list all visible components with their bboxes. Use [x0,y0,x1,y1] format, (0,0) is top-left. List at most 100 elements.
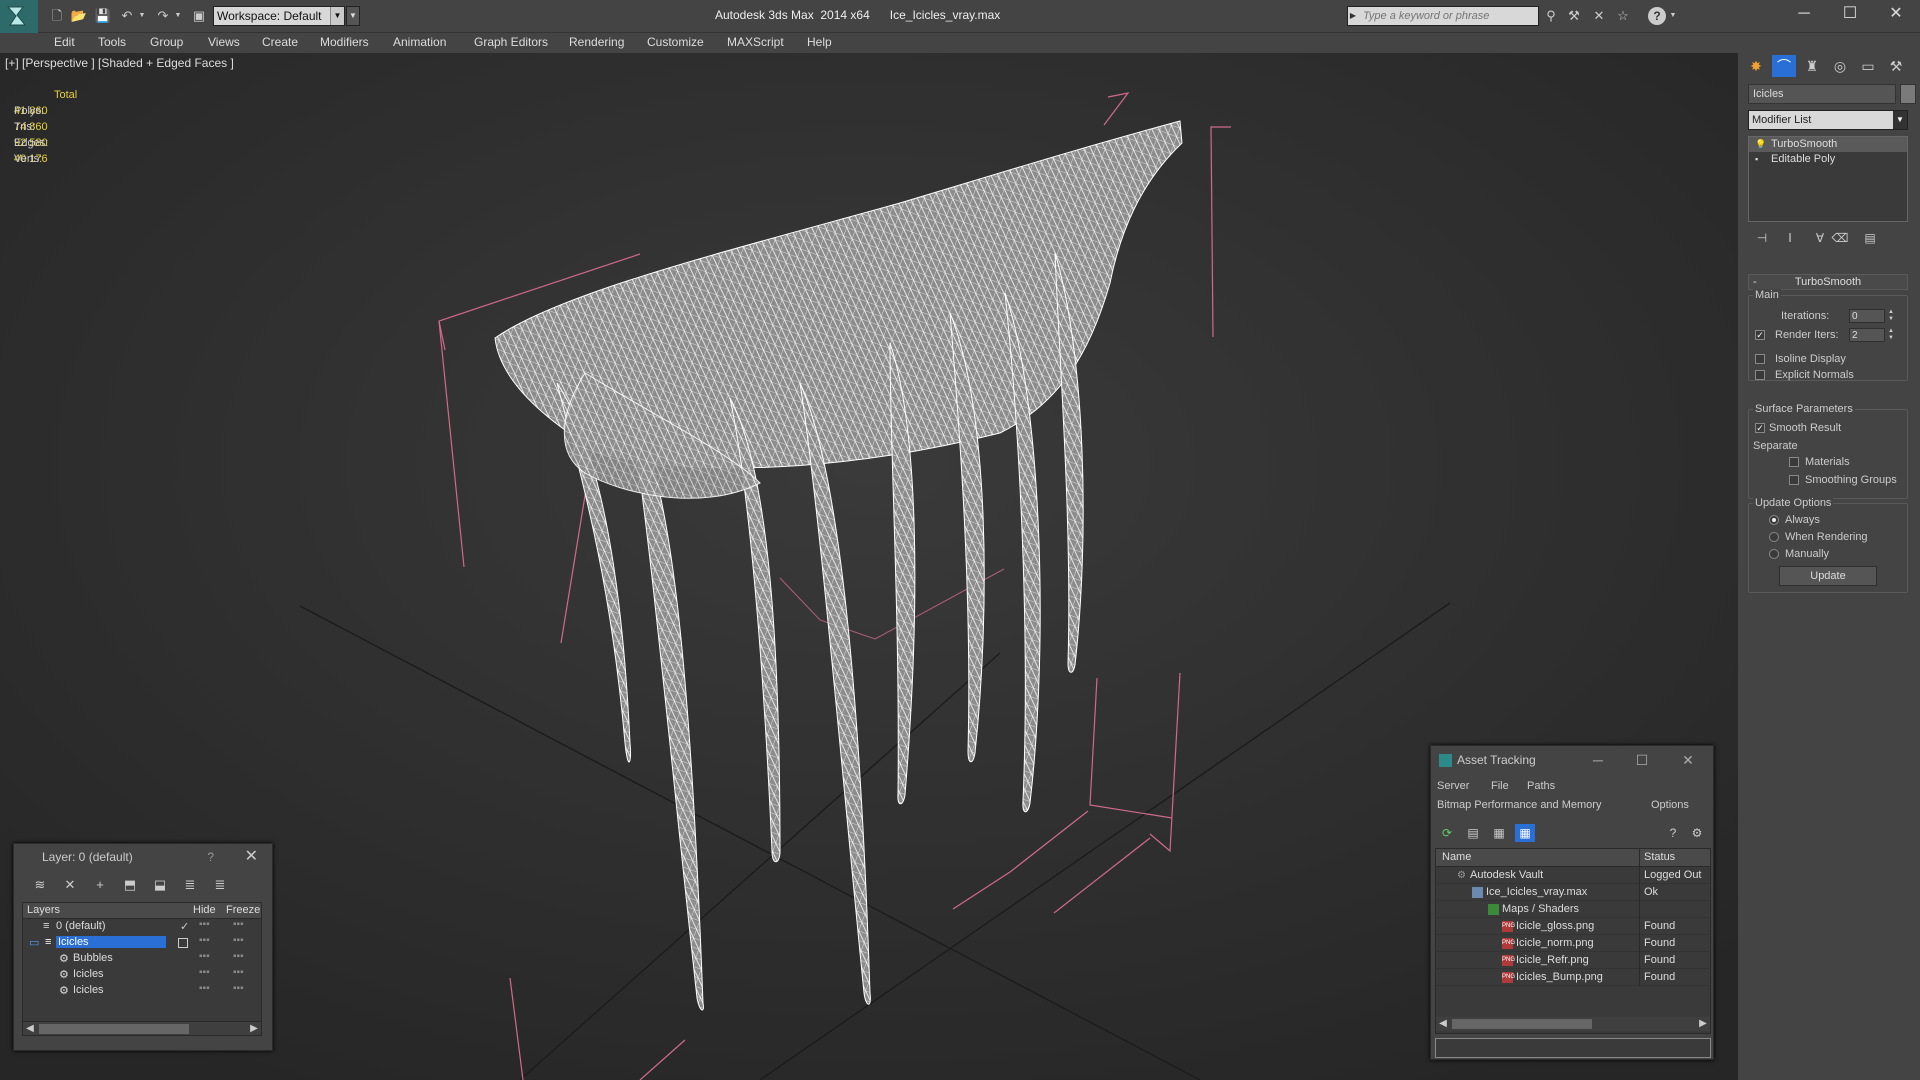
help-icon[interactable]: ? [1648,7,1666,25]
layer-row[interactable]: ▭ ≡ Icicles ▪▪▪ ▪▪▪ [23,935,261,951]
maximize-button[interactable]: ☐ [1627,746,1657,774]
display-tab-icon[interactable]: ▭ [1856,55,1880,77]
always-radio[interactable] [1769,515,1779,525]
hide-all-icon[interactable]: ≣ [210,876,230,894]
grid-view-icon[interactable]: ▦ [1515,824,1535,842]
refresh-icon[interactable]: ⟳ [1437,824,1457,842]
manually-radio[interactable] [1769,549,1779,559]
asset-row[interactable]: PNG Icicle_Refr.png Found [1436,952,1710,969]
spinner-arrows-icon[interactable]: ▲ ▼ [1887,309,1895,323]
table-view-icon[interactable]: ▦ [1489,824,1509,842]
menu-modifiers[interactable]: Modifiers [320,35,369,49]
hide-toggle[interactable]: ▪▪▪ [199,967,210,978]
iterations-spinner[interactable] [1849,309,1885,323]
undo-icon[interactable]: ↶ [118,8,136,24]
scroll-right-icon[interactable]: ▶ [1696,1017,1710,1031]
menu-group[interactable]: Group [150,35,183,49]
search-expand-icon[interactable]: ▶ [1347,6,1359,26]
layer-window-title[interactable]: Layer: 0 (default) [14,844,272,870]
open-file-icon[interactable]: 📂 [70,8,88,24]
menu-help[interactable]: Help [807,35,832,49]
communication-icon[interactable]: ✕ [1590,7,1608,25]
utilities-tab-icon[interactable]: ⚒ [1884,55,1908,77]
asset-row[interactable]: Ice_Icicles_vray.max Ok [1436,884,1710,901]
close-button[interactable]: ✕ [1673,746,1703,774]
horizontal-scrollbar[interactable]: ◀ ▶ [1436,1017,1710,1031]
delete-layer-icon[interactable]: ✕ [60,876,80,894]
scroll-right-icon[interactable]: ▶ [247,1022,261,1036]
list-view-icon[interactable]: ▤ [1463,824,1483,842]
menu-rendering[interactable]: Rendering [569,35,624,49]
layer-row[interactable]: ≡ 0 (default) ✓ ▪▪▪ ▪▪▪ [23,919,261,935]
maximize-button[interactable]: ☐ [1827,0,1873,28]
horizontal-scrollbar[interactable]: ◀ ▶ [23,1021,261,1035]
freeze-toggle[interactable]: ▪▪▪ [233,935,244,946]
show-end-result-icon[interactable]: Ⅰ [1780,229,1800,247]
smooth-result-checkbox[interactable]: ✓ [1755,423,1765,433]
menu-options[interactable]: Options [1651,799,1689,811]
minimize-button[interactable]: ─ [1583,746,1613,774]
search-input[interactable] [1348,7,1538,25]
modify-tab-icon[interactable]: ⌒ [1772,55,1796,77]
object-color-swatch[interactable] [1900,84,1916,104]
menu-server[interactable]: Server [1437,780,1469,792]
create-layer-icon[interactable]: + [90,876,110,894]
column-name[interactable]: Name [1442,851,1471,863]
layer-manager-icon[interactable]: ≋ [30,876,50,894]
freeze-toggle[interactable]: ▪▪▪ [233,983,244,994]
pin-stack-icon[interactable]: ⊣ [1752,229,1772,247]
hide-toggle[interactable]: ▪▪▪ [199,935,210,946]
stack-item-turbosmooth[interactable]: 💡 TurboSmooth [1749,137,1907,152]
highlight-layer-icon[interactable]: ≣ [180,876,200,894]
scroll-left-icon[interactable]: ◀ [1436,1017,1450,1031]
menu-graph-editors[interactable]: Graph Editors [474,35,548,49]
save-icon[interactable]: 💾 [94,8,112,24]
current-layer-box[interactable] [178,938,188,948]
spinner-arrows-icon[interactable]: ▲ ▼ [1887,328,1895,342]
redo-icon[interactable]: ↷ [154,8,172,24]
update-button[interactable]: Update [1779,566,1877,586]
smoothing-groups-checkbox[interactable] [1789,475,1799,485]
freeze-toggle[interactable]: ▪▪▪ [233,951,244,962]
favorites-star-icon[interactable]: ☆ [1614,7,1632,25]
menu-maxscript[interactable]: MAXScript [727,35,784,49]
object-name-input[interactable] [1748,84,1896,104]
help-icon[interactable]: ? [207,844,214,870]
explicit-normals-checkbox[interactable] [1755,370,1765,380]
add-selection-icon[interactable]: ⬒ [120,876,140,894]
scroll-thumb[interactable] [1452,1019,1592,1029]
freeze-toggle[interactable]: ▪▪▪ [233,919,244,930]
when-rendering-radio[interactable] [1769,532,1779,542]
modifier-list-dropdown[interactable]: Modifier List ▼ [1748,110,1908,130]
search-box[interactable] [1347,6,1539,26]
close-button[interactable]: ✕ [1873,0,1919,28]
materials-checkbox[interactable] [1789,457,1799,467]
menu-tools[interactable]: Tools [98,35,126,49]
turbosmooth-rollout[interactable]: - TurboSmooth [1748,274,1908,290]
hide-toggle[interactable]: ▪▪▪ [199,951,210,962]
layer-row[interactable]: ⚙ Bubbles ▪▪▪ ▪▪▪ [23,951,261,967]
menu-file[interactable]: File [1491,780,1509,792]
menu-animation[interactable]: Animation [393,35,446,49]
menu-paths[interactable]: Paths [1527,780,1555,792]
render-iters-checkbox[interactable]: ✓ [1755,330,1765,340]
column-hide[interactable]: Hide [193,904,216,916]
close-icon[interactable]: ✕ [245,844,258,870]
asset-row[interactable]: PNG Icicle_gloss.png Found [1436,918,1710,935]
hide-toggle[interactable]: ▪▪▪ [199,919,210,930]
column-freeze[interactable]: Freeze [226,904,260,916]
lightbulb-icon[interactable]: 💡 [1755,139,1766,149]
workspace-dropdown[interactable]: Workspace: Default ▼ [213,6,345,26]
column-status[interactable]: Status [1644,851,1675,863]
workspace-menu-arrow[interactable]: ▼ [346,6,360,26]
hierarchy-tab-icon[interactable]: ♜ [1800,55,1824,77]
menu-views[interactable]: Views [208,35,240,49]
freeze-toggle[interactable]: ▪▪▪ [233,967,244,978]
menu-edit[interactable]: Edit [54,35,75,49]
help-icon[interactable]: ? [1663,824,1683,842]
make-unique-icon[interactable]: ∀ [1810,229,1830,247]
scroll-thumb[interactable] [39,1024,189,1034]
column-divider[interactable] [1639,849,1640,867]
project-folder-icon[interactable]: ▣ [190,8,208,24]
menu-create[interactable]: Create [262,35,298,49]
